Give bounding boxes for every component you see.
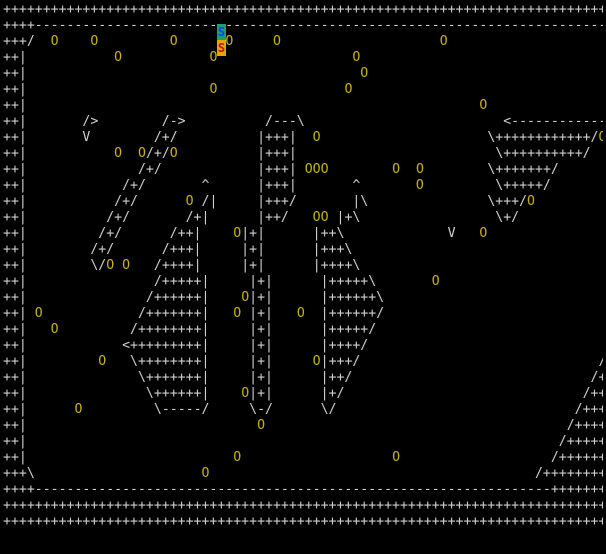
player-sprite: S S xyxy=(217,24,226,56)
coin-item: O xyxy=(106,258,115,273)
coin-item: O xyxy=(598,130,604,145)
coin-item: O xyxy=(312,130,321,145)
coin-item: O xyxy=(527,194,535,209)
map-row: +++\ O /++++++++++++++++++++++++++ xyxy=(3,466,603,481)
map-row: ++++++++++++++++++++++++++++++++++++++++… xyxy=(3,2,603,17)
coin-item: O xyxy=(233,226,242,241)
coin-item: O xyxy=(169,34,178,49)
coin-item: O xyxy=(320,162,329,177)
map-row: ++| /> /-> /---\ <--------------> /++++ xyxy=(3,114,603,129)
map-row: ++++++++++++++++++++++++++++++++++++++++… xyxy=(3,498,603,513)
map-row: ++| O /+++ xyxy=(3,98,488,113)
map-row: ++| /++++++| O|+| |++++++\ /++++++++++++… xyxy=(3,290,385,305)
map-row: ++| O O /+++++++++++++++++++++++++ xyxy=(3,450,603,465)
map-row: ++| /+/ /+| |++/ OO |+\ \+/ /++++++++++ xyxy=(3,210,520,225)
coin-item: O xyxy=(439,34,448,49)
coin-item: O xyxy=(257,418,266,433)
coin-item: O xyxy=(415,178,424,193)
map-row: ++| O /+++++++++++++++++++++++ xyxy=(3,418,603,433)
coin-item: O xyxy=(233,450,242,465)
map-row: ++++------------------------------------… xyxy=(3,482,603,497)
map-row: ++| \/O O /++++| |+| |++++\ /+++++++++++… xyxy=(3,258,361,273)
map-row: ++| /+/ /+++| |+| |+++\ /++++++++++++ xyxy=(3,242,353,257)
map-row: ++++------------------------------------… xyxy=(3,18,603,33)
map-row: ++| O /++++++++| |+| |+++++/ /++++++++++… xyxy=(3,322,377,337)
coin-item: O xyxy=(312,354,321,369)
coin-item: O xyxy=(185,194,194,209)
player-head: S xyxy=(217,24,226,40)
coin-item: O xyxy=(122,258,131,273)
map-row: ++| \+++++++| |+| |++/ /++++++++++++++++… xyxy=(3,370,603,385)
coin-item: O xyxy=(320,210,329,225)
coin-item: O xyxy=(114,146,123,161)
coin-item: O xyxy=(114,50,123,65)
coin-item: O xyxy=(312,210,321,225)
map-row: ++++++++++++++++++++++++++++++++++++++++… xyxy=(3,514,603,529)
coin-item: O xyxy=(415,162,424,177)
coin-item: O xyxy=(241,290,250,305)
coin-item: O xyxy=(392,450,401,465)
map-row: ++| /+++++| |+| |+++++\ O /+++++++++++++… xyxy=(3,274,440,289)
player-body: S xyxy=(217,40,226,56)
coin-item: O xyxy=(138,146,146,161)
coin-item: O xyxy=(50,34,59,49)
map-row: ++| O \-----/ \-/ \/ /++++++++++++++++++… xyxy=(3,402,603,417)
coin-item: O xyxy=(431,274,440,289)
map-row: ++| O O/+/O |+++| \++++++++++/ O /++++++ xyxy=(3,146,603,161)
map-row: ++| /+/ |+++| OOO O O \+++++++/ /+++++++ xyxy=(3,162,559,177)
map-row: ++| O \++++++++| |+| O|+++/ /+++++++++++… xyxy=(3,354,603,369)
coin-item: O xyxy=(273,34,281,49)
coin-item: O xyxy=(169,146,178,161)
coin-item: O xyxy=(50,322,59,337)
coin-item: O xyxy=(392,162,401,177)
game-screen: ++++++++++++++++++++++++++++++++++++++++… xyxy=(3,2,603,552)
coin-item: O xyxy=(296,306,305,321)
coin-item: O xyxy=(241,386,250,401)
map-row: ++| V /+/ |+++| O \++++++++++++/O O/++++… xyxy=(3,130,603,146)
map-row: ++| \++++++| O|+| |+/ /+++++++++++++++++… xyxy=(3,386,603,401)
map-row: ++| /+/ /++| O|+| |++\ V O /+++++++++++ xyxy=(3,226,488,241)
map-row: ++| O O O O |++ xyxy=(3,50,361,65)
coin-item: O xyxy=(34,306,43,321)
map-row: +++/ O O O O O O \+++ xyxy=(3,34,448,49)
map-row: ++| /++++++++++++++++++++++++ xyxy=(3,434,603,449)
map-row: ++| /+/ O /| |+++/ |\ \+++/O /+++++++++ xyxy=(3,194,535,209)
map-row: ++| O O O |++ xyxy=(3,82,353,97)
map-row: ++| O |++ xyxy=(3,66,369,81)
coin-item: O xyxy=(304,162,313,177)
map-row: ++| <+++++++++| |+| |++++/ /++++++++++++… xyxy=(3,338,369,353)
map-row: ++| O /+++++++| O |+| O |++++++/ /++++++… xyxy=(3,306,385,321)
coin-item: O xyxy=(312,162,321,177)
map-row: ++| /+/ ^ |+++| ^ O \+++++/ /++++++++ xyxy=(3,178,551,193)
